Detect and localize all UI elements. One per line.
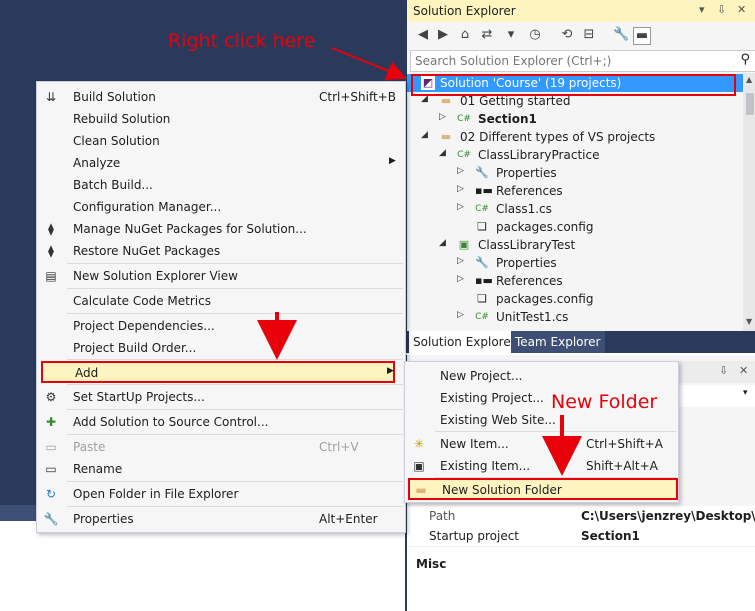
arrow-to-solution (331, 47, 407, 81)
annotation-arrows (257, 47, 582, 476)
